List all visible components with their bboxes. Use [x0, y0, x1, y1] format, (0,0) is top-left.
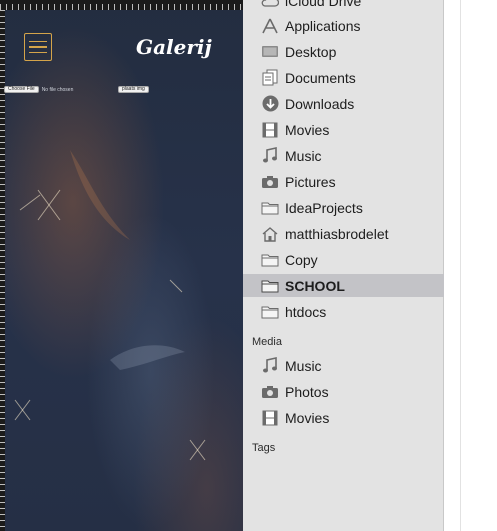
sidebar-item-htdocs[interactable]: htdocs	[243, 300, 444, 323]
menu-icon[interactable]	[24, 33, 52, 61]
sidebar-item-movies[interactable]: Movies	[243, 118, 444, 141]
file-status-text: No file chosen	[41, 86, 74, 93]
camera-icon	[260, 173, 280, 190]
sidebar-item-applications[interactable]: Applications	[243, 14, 444, 37]
sidebar-item-icloud-drive[interactable]: iCloud Drive	[243, 0, 444, 12]
sidebar-item-label: Photos	[285, 383, 329, 400]
page-title: Galerij	[136, 35, 212, 59]
sidebar-item-label: Movies	[285, 121, 330, 138]
folder-icon	[260, 277, 280, 294]
sidebar-item-label: Pictures	[285, 173, 336, 190]
sidebar-item-documents[interactable]: Documents	[243, 66, 444, 89]
music-note-icon	[260, 357, 280, 374]
documents-icon	[260, 69, 280, 86]
sidebar-item-label: Downloads	[285, 95, 355, 112]
section-header-tags: Tags	[252, 442, 276, 454]
sidebar-item-school[interactable]: SCHOOL	[243, 274, 444, 297]
sidebar-item-label: IdeaProjects	[285, 199, 363, 216]
finder-sidebar: iCloud Drive Applications Desktop Docume…	[243, 0, 444, 531]
sidebar-item-media-photos[interactable]: Photos	[243, 380, 444, 403]
divider	[460, 0, 461, 531]
file-input[interactable]: Choose File No file chosen	[4, 86, 73, 93]
choose-file-button[interactable]: Choose File	[4, 86, 39, 93]
section-header-media: Media	[252, 336, 282, 348]
camera-icon	[260, 383, 280, 400]
film-icon	[260, 409, 280, 426]
sidebar-item-label: Copy	[285, 251, 318, 268]
sidebar-item-ideaprojects[interactable]: IdeaProjects	[243, 196, 444, 219]
sidebar-item-label: Movies	[285, 409, 330, 426]
sidebar-item-media-music[interactable]: Music	[243, 354, 444, 377]
sidebar-item-label: Music	[285, 357, 322, 374]
sidebar-item-home[interactable]: matthiasbrodelet	[243, 222, 444, 245]
sidebar-item-music[interactable]: Music	[243, 144, 444, 167]
applications-icon	[260, 17, 280, 34]
cloud-icon	[260, 0, 280, 9]
folder-icon	[260, 251, 280, 268]
film-icon	[260, 121, 280, 138]
home-icon	[260, 225, 280, 242]
sidebar-item-media-movies[interactable]: Movies	[243, 406, 444, 429]
sidebar-item-label: SCHOOL	[285, 277, 345, 294]
sidebar-item-label: Applications	[285, 17, 361, 34]
sidebar-item-downloads[interactable]: Downloads	[243, 92, 444, 115]
sidebar-item-desktop[interactable]: Desktop	[243, 40, 444, 63]
ruler-top	[0, 0, 243, 10]
sidebar-item-label: iCloud Drive	[285, 0, 362, 9]
sidebar-item-label: matthiasbrodelet	[285, 225, 389, 242]
sidebar-item-label: htdocs	[285, 303, 327, 320]
upload-image-button[interactable]: plaats img	[118, 86, 149, 93]
download-icon	[260, 95, 280, 112]
folder-icon	[260, 199, 280, 216]
sidebar-item-pictures[interactable]: Pictures	[243, 170, 444, 193]
web-app-panel: Galerij Choose File No file chosen plaat…	[0, 0, 243, 531]
sidebar-item-label: Documents	[285, 69, 356, 86]
sidebar-item-label: Desktop	[285, 43, 337, 60]
desktop-icon	[260, 43, 280, 60]
music-note-icon	[260, 147, 280, 164]
background-sparkle-decoration	[14, 150, 206, 461]
folder-icon	[260, 303, 280, 320]
sidebar-item-label: Music	[285, 147, 322, 164]
sidebar-item-copy[interactable]: Copy	[243, 248, 444, 271]
finder-content-area	[444, 0, 497, 531]
